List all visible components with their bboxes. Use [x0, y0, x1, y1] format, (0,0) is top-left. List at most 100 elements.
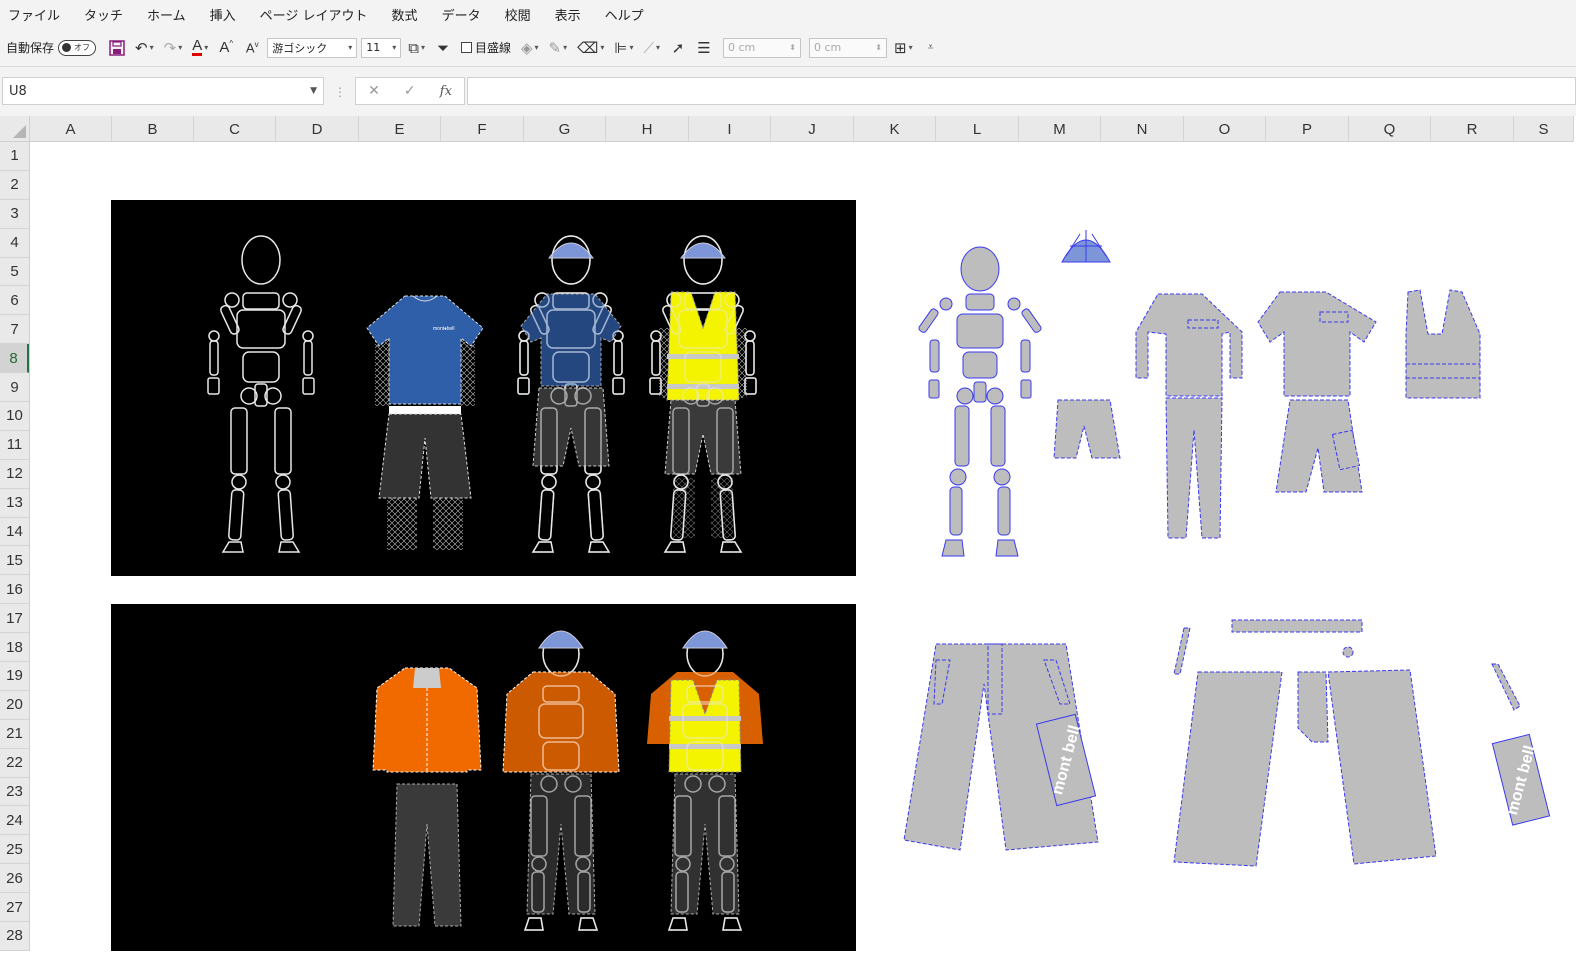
pattern-parts-bottom[interactable]: mont bell mont bell [880, 600, 1576, 900]
pattern-parts-top[interactable] [880, 200, 1576, 580]
customize-toolbar-button[interactable]: ⩡ [920, 35, 942, 61]
increase-font-button[interactable]: A^ [215, 35, 237, 61]
row-header[interactable]: 21 [0, 720, 29, 749]
row-header[interactable]: 6 [0, 286, 29, 316]
column-header[interactable]: J [771, 116, 854, 142]
row-header[interactable]: 22 [0, 749, 29, 778]
row-header[interactable]: 9 [0, 373, 29, 403]
figure-jacket-outfit [372, 667, 482, 927]
column-header[interactable]: L [936, 116, 1019, 142]
menu-file[interactable]: ファイル [0, 5, 74, 24]
row-header[interactable]: 20 [0, 691, 29, 720]
filter-button[interactable]: ⏷ [432, 35, 454, 61]
column-header[interactable]: O [1184, 116, 1266, 142]
row-header[interactable]: 19 [0, 662, 29, 691]
redo-button[interactable]: ↷ ▾ [161, 35, 186, 61]
align-text-button[interactable]: ☰ [693, 35, 715, 61]
align-button[interactable]: ⊫ ▾ [611, 35, 636, 61]
column-header[interactable]: R [1431, 116, 1514, 142]
shape-height-input[interactable]: 0 cm ⬍ [723, 37, 801, 58]
column-header[interactable]: F [441, 116, 524, 142]
undo-button[interactable]: ↶ ▾ [132, 35, 157, 61]
vertical-ellipsis-icon[interactable]: ⋮ [334, 85, 346, 99]
shape-width-input[interactable]: 0 cm ⬍ [809, 37, 887, 58]
menu-review[interactable]: 校閲 [495, 5, 545, 24]
row-header[interactable]: 28 [0, 922, 29, 951]
row-header[interactable]: 14 [0, 518, 29, 547]
row-header[interactable]: 12 [0, 460, 29, 489]
row-header[interactable]: 25 [0, 835, 29, 865]
save-button[interactable] [106, 35, 128, 61]
column-header[interactable]: K [854, 116, 936, 142]
row-header[interactable]: 10 [0, 402, 29, 431]
chart-button[interactable]: ⟋ ▾ [640, 35, 663, 61]
column-header[interactable]: I [689, 116, 771, 142]
select-objects-button[interactable]: ➚ [667, 35, 689, 61]
insert-function-icon[interactable]: fx [440, 84, 452, 99]
row-header[interactable]: 13 [0, 489, 29, 518]
fill-color-button[interactable]: ◈ ▾ [518, 35, 542, 61]
row-header[interactable]: 23 [0, 778, 29, 807]
font-name-select[interactable]: 游ゴシック ▾ [267, 37, 358, 58]
name-box[interactable]: U8 ▼ [2, 77, 324, 105]
font-size-select[interactable]: 11 ▾ [361, 37, 402, 58]
chevron-down-icon: ▼ [310, 86, 317, 96]
gridlines-checkbox[interactable]: 目盛線 [458, 35, 514, 61]
row-header[interactable]: 16 [0, 575, 29, 605]
column-header[interactable]: B [112, 116, 194, 142]
row-header[interactable]: 24 [0, 806, 29, 836]
menu-view[interactable]: 表示 [545, 5, 595, 24]
row-header[interactable]: 4 [0, 229, 29, 258]
line-color-button[interactable]: ✎ ▾ [546, 35, 571, 61]
menu-formulas[interactable]: 数式 [382, 5, 432, 24]
shapes-icon: ⧉ [408, 38, 419, 57]
menu-page-layout[interactable]: ページ レイアウト [250, 5, 382, 24]
font-size-value: 11 [366, 41, 381, 54]
decrease-font-button[interactable]: Av [241, 35, 263, 61]
column-header[interactable]: D [276, 116, 359, 142]
row-header[interactable]: 2 [0, 171, 29, 200]
column-header[interactable]: E [359, 116, 441, 142]
column-header[interactable]: N [1101, 116, 1184, 142]
row-header[interactable]: 17 [0, 604, 29, 634]
row-header[interactable]: 15 [0, 546, 29, 576]
figure-panel-bottom[interactable] [111, 604, 856, 951]
autosave-toggle[interactable]: オフ [58, 39, 97, 56]
column-header[interactable]: S [1514, 116, 1574, 142]
chevron-down-icon: ▾ [629, 43, 634, 52]
chart-icon: ⟋ [643, 38, 654, 57]
column-header[interactable]: G [524, 116, 606, 142]
menu-data[interactable]: データ [432, 5, 495, 24]
row-header[interactable]: 26 [0, 864, 29, 894]
row-header[interactable]: 7 [0, 315, 29, 345]
menu-help[interactable]: ヘルプ [595, 5, 658, 24]
cancel-icon[interactable]: ✕ [368, 83, 380, 99]
column-header[interactable]: Q [1349, 116, 1431, 142]
row-header[interactable]: 8 [0, 344, 29, 374]
row-header[interactable]: 27 [0, 893, 29, 923]
chevron-down-icon: ▾ [563, 43, 568, 52]
select-all-button[interactable] [0, 116, 30, 142]
column-header[interactable]: H [606, 116, 689, 142]
row-header[interactable]: 5 [0, 258, 29, 287]
menu-touch[interactable]: タッチ [74, 5, 137, 24]
helmet-pattern [1061, 230, 1111, 263]
column-header[interactable]: C [194, 116, 276, 142]
borders-button[interactable]: ⊞ ▾ [891, 35, 916, 61]
row-header[interactable]: 3 [0, 200, 29, 229]
figure-panel-top[interactable]: mont♦bell [111, 200, 856, 576]
row-header[interactable]: 11 [0, 431, 29, 460]
menu-home[interactable]: ホーム [137, 5, 200, 24]
column-header[interactable]: A [30, 116, 112, 142]
menu-insert[interactable]: 挿入 [200, 5, 250, 24]
shapes-button[interactable]: ⧉ ▾ [405, 35, 428, 61]
eraser-button[interactable]: ⌫ ▾ [574, 35, 607, 61]
column-header[interactable]: M [1019, 116, 1101, 142]
row-header[interactable]: 1 [0, 142, 29, 171]
font-color-button[interactable]: A ▾ [189, 35, 211, 61]
formula-input[interactable] [467, 77, 1576, 105]
chevron-down-icon: ▾ [534, 43, 539, 52]
confirm-icon[interactable]: ✓ [404, 83, 416, 99]
row-header[interactable]: 18 [0, 633, 29, 663]
column-header[interactable]: P [1266, 116, 1349, 142]
